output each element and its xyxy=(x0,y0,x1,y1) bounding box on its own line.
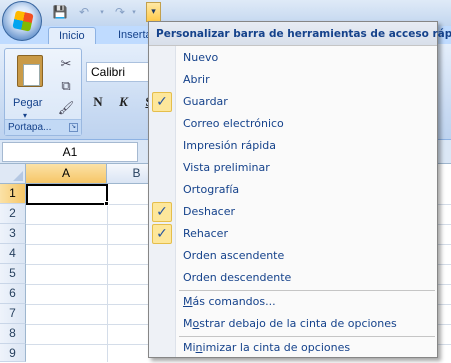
paste-icon[interactable] xyxy=(17,55,43,87)
font-name-field[interactable]: Calibri xyxy=(86,62,156,82)
redo-dropdown-icon[interactable]: ▾ xyxy=(130,4,138,20)
menu-item-label: Nuevo xyxy=(183,51,219,64)
qat-customize-button[interactable]: ▾ xyxy=(146,2,161,22)
row-header-9[interactable]: 9 xyxy=(0,344,26,362)
dialog-launcher-icon[interactable]: ↘ xyxy=(69,123,78,132)
office-button[interactable] xyxy=(2,1,42,41)
check-icon: ✓ xyxy=(152,224,172,244)
paste-button[interactable]: Pegar xyxy=(13,97,42,109)
redo-icon[interactable]: ↷ xyxy=(112,4,128,20)
menu-item-label: Correo electrónico xyxy=(183,117,284,130)
cut-icon[interactable]: ✂ xyxy=(57,57,75,75)
menu-item-label: Rehacer xyxy=(183,227,228,240)
label-text: Mi xyxy=(183,341,196,354)
access-key: M xyxy=(183,295,193,308)
clipboard-group-title: Portapa... xyxy=(8,122,52,133)
menu-item-ortografia[interactable]: Ortografía xyxy=(149,179,437,201)
label-text: strar debajo de la cinta de opciones xyxy=(199,317,397,330)
chevron-down-icon: ▾ xyxy=(151,7,156,17)
grid-line xyxy=(107,184,108,362)
menu-item-label: Orden descendente xyxy=(183,271,292,284)
fill-handle[interactable] xyxy=(104,201,109,206)
menu-item-abrir[interactable]: Abrir xyxy=(149,69,437,91)
select-all-button[interactable] xyxy=(0,164,26,184)
menu-item-correo[interactable]: Correo electrónico xyxy=(149,113,437,135)
menu-item-label: Abrir xyxy=(183,73,210,86)
save-icon[interactable]: 💾 xyxy=(52,4,68,20)
label-text: imizar la cinta de opciones xyxy=(202,341,351,354)
undo-dropdown-icon[interactable]: ▾ xyxy=(98,4,106,20)
copy-icon[interactable]: ⧉ xyxy=(57,79,75,97)
menu-item-mas-comandos[interactable]: Más comandos... xyxy=(149,291,437,313)
row-header-3[interactable]: 3 xyxy=(0,224,26,244)
menu-item-orden-ascendente[interactable]: Orden ascendente xyxy=(149,245,437,267)
menu-item-label: Minimizar la cinta de opciones xyxy=(183,337,350,359)
qat-customize-menu: Personalizar barra de herramientas de ac… xyxy=(148,21,451,359)
menu-item-label: Orden ascendente xyxy=(183,249,285,262)
row-header-4[interactable]: 4 xyxy=(0,244,26,264)
name-box[interactable]: A1 xyxy=(2,142,138,162)
column-header-a[interactable]: A xyxy=(26,164,107,184)
format-painter-icon[interactable]: 🖌 xyxy=(57,101,75,119)
access-key: n xyxy=(195,341,203,354)
clipboard-group-label: Portapa... ↘ xyxy=(5,119,81,135)
row-header-5[interactable]: 5 xyxy=(0,264,26,284)
menu-item-label: Vista preliminar xyxy=(183,161,270,174)
menu-item-mostrar-debajo[interactable]: Mostrar debajo de la cinta de opciones xyxy=(149,313,437,335)
undo-icon[interactable]: ↶ xyxy=(76,4,92,20)
menu-title: Personalizar barra de herramientas de ac… xyxy=(149,22,451,46)
menu-item-deshacer[interactable]: ✓ Deshacer xyxy=(149,201,437,223)
row-header-1[interactable]: 1 xyxy=(0,184,26,204)
menu-item-label: Ortografía xyxy=(183,183,240,196)
office-logo-icon xyxy=(12,10,34,32)
tab-inicio[interactable]: Inicio xyxy=(48,27,96,45)
menu-item-label: Más comandos... xyxy=(183,291,276,313)
row-header-8[interactable]: 8 xyxy=(0,324,26,344)
check-icon: ✓ xyxy=(152,92,172,112)
label-text: ás comandos... xyxy=(192,295,276,308)
label-text: M xyxy=(183,317,193,330)
menu-item-minimizar-cinta[interactable]: Minimizar la cinta de opciones xyxy=(149,337,437,359)
clipboard-group: Pegar ▾ ✂ ⧉ 🖌 Portapa... ↘ xyxy=(4,48,82,136)
menu-item-impresion-rapida[interactable]: Impresión rápida xyxy=(149,135,437,157)
active-cell[interactable] xyxy=(26,184,108,205)
menu-item-label: Impresión rápida xyxy=(183,139,277,152)
menu-item-vista-preliminar[interactable]: Vista preliminar xyxy=(149,157,437,179)
row-header-2[interactable]: 2 xyxy=(0,204,26,224)
menu-item-label: Deshacer xyxy=(183,205,236,218)
row-header-6[interactable]: 6 xyxy=(0,284,26,304)
menu-item-label: Guardar xyxy=(183,95,228,108)
menu-item-guardar[interactable]: ✓ Guardar xyxy=(149,91,437,113)
check-icon: ✓ xyxy=(152,202,172,222)
menu-item-label: Mostrar debajo de la cinta de opciones xyxy=(183,313,397,335)
italic-button[interactable]: K xyxy=(114,92,134,112)
menu-item-nuevo[interactable]: Nuevo xyxy=(149,47,437,69)
menu-item-orden-descendente[interactable]: Orden descendente xyxy=(149,267,437,289)
row-header-7[interactable]: 7 xyxy=(0,304,26,324)
menu-item-rehacer[interactable]: ✓ Rehacer xyxy=(149,223,437,245)
bold-button[interactable]: N xyxy=(88,92,108,112)
